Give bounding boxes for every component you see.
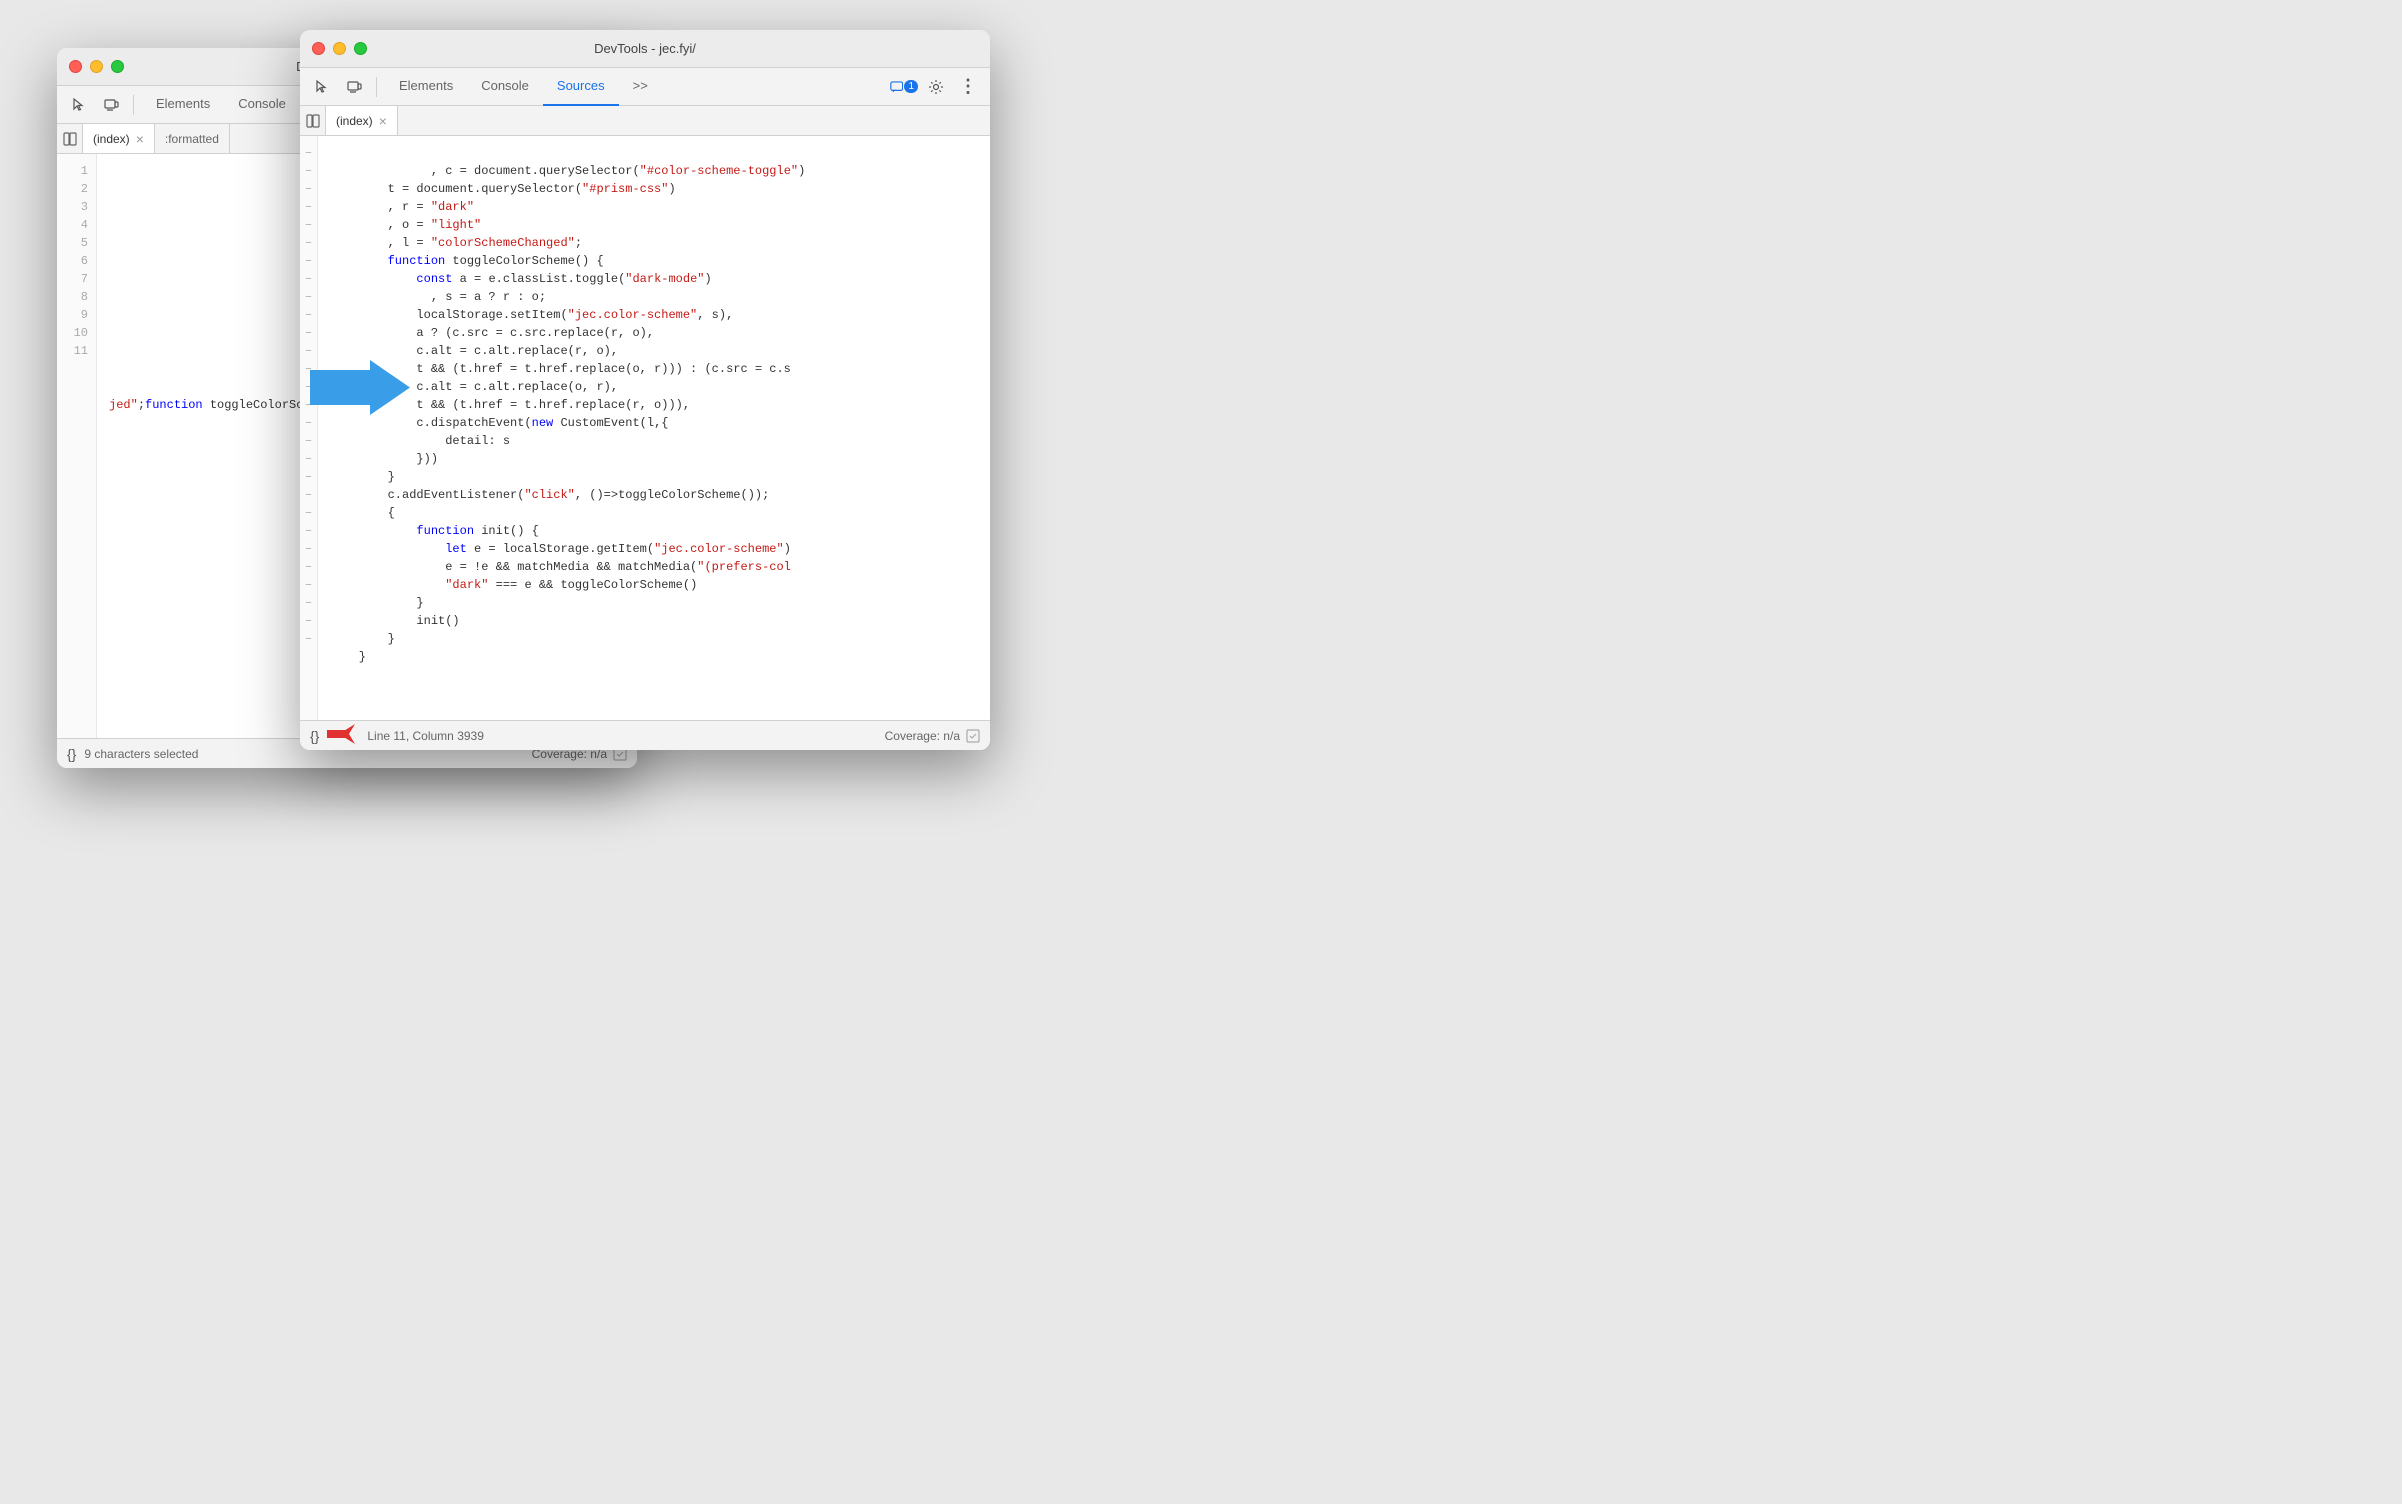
cursor-icon[interactable] [65,91,93,119]
title-bar-2: DevTools - jec.fyi/ [300,30,990,68]
file-tab-formatted-label-1: :formatted [165,132,219,146]
cursor-icon-2[interactable] [308,73,336,101]
tab-console-1[interactable]: Console [224,86,300,124]
blue-arrow [310,360,410,420]
code-area-2: − − − − − − − − − − − − − − − − − − − − … [300,136,990,720]
toolbar-2: Elements Console Sources >> 1 ⋮ [300,68,990,106]
close-button-2[interactable] [312,42,325,55]
tab-nav-2: Elements Console Sources >> [385,68,662,106]
position-text-2: Line 11, Column 3939 [367,729,484,743]
format-icon-2[interactable]: {} [310,728,319,744]
minimize-button-2[interactable] [333,42,346,55]
sidebar-toggle-2[interactable] [300,106,326,136]
diff-gutter-2: − − − − − − − − − − − − − − − − − − − − … [300,136,318,720]
divider-1 [133,95,134,115]
maximize-button-2[interactable] [354,42,367,55]
red-arrow-indicator [327,720,355,750]
code-content-2[interactable]: , c = document.querySelector("#color-sch… [318,136,990,720]
line-numbers-1: 1 2 3 4 5 6 7 8 9 10 11 [57,154,97,738]
file-tab-index-label-1: (index) [93,132,130,146]
device-icon[interactable] [97,91,125,119]
status-text-1: 9 characters selected [84,747,198,761]
format-icon-1[interactable]: {} [67,746,76,762]
file-tabs-bar-2: (index) × [300,106,990,136]
file-tab-index-label-2: (index) [336,114,373,128]
traffic-lights-2 [312,42,367,55]
sidebar-toggle-1[interactable] [57,124,83,154]
file-tab-close-1[interactable]: × [136,132,144,146]
minimize-button-1[interactable] [90,60,103,73]
coverage-2: Coverage: n/a [885,729,980,743]
coverage-icon-2 [966,729,980,743]
window-title-2: DevTools - jec.fyi/ [594,41,696,56]
close-button-1[interactable] [69,60,82,73]
tab-sources-2[interactable]: Sources [543,68,619,106]
maximize-button-1[interactable] [111,60,124,73]
settings-icon[interactable] [922,73,950,101]
file-tab-index-1[interactable]: (index) × [83,124,155,153]
file-tab-formatted-1[interactable]: :formatted [155,124,230,153]
traffic-lights-1 [69,60,124,73]
divider-2 [376,77,377,97]
tab-elements-1[interactable]: Elements [142,86,224,124]
more-icon[interactable]: ⋮ [954,73,982,101]
badge-2: 1 [904,80,918,93]
chat-icon[interactable]: 1 [890,73,918,101]
toolbar-right-2: 1 ⋮ [890,73,982,101]
file-tab-index-2[interactable]: (index) × [326,106,398,135]
tab-elements-2[interactable]: Elements [385,68,467,106]
coverage-text-2: Coverage: n/a [885,729,960,743]
tab-more-2[interactable]: >> [619,68,662,106]
status-bar-2: {} Line 11, Column 3939 Coverage: n/a [300,720,990,750]
tab-console-2[interactable]: Console [467,68,543,106]
device-icon-2[interactable] [340,73,368,101]
file-tab-close-2[interactable]: × [379,114,387,128]
